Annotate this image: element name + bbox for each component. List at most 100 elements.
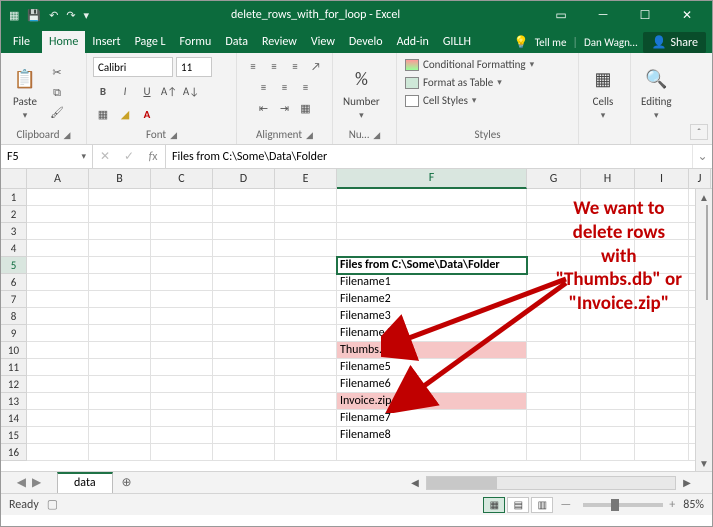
cell[interactable] [89, 223, 151, 240]
sheet-tab-data[interactable]: data [57, 472, 113, 493]
cell[interactable] [27, 257, 89, 274]
cell[interactable] [581, 427, 635, 444]
cell[interactable]: Filename1 [337, 274, 527, 291]
paste-button[interactable]: 📋 Paste ▾ [7, 65, 43, 121]
cell[interactable] [635, 393, 689, 410]
col-header-f[interactable]: F [337, 169, 527, 189]
cell[interactable] [527, 410, 581, 427]
select-all-corner[interactable] [1, 169, 27, 188]
cell[interactable] [27, 325, 89, 342]
namebox-dropdown-icon[interactable]: ▾ [81, 151, 86, 162]
cell[interactable] [275, 342, 337, 359]
col-header-j[interactable]: J [689, 169, 711, 188]
hscroll-thumb[interactable] [427, 477, 497, 489]
italic-button[interactable]: I [115, 82, 135, 100]
cell[interactable] [213, 274, 275, 291]
qat-more-icon[interactable]: ▾ [84, 9, 90, 22]
cell[interactable] [275, 359, 337, 376]
cell[interactable] [275, 427, 337, 444]
cell[interactable] [635, 206, 689, 223]
row-header[interactable]: 15 [1, 427, 27, 444]
ribbon-display-icon[interactable]: ▭ [542, 4, 580, 26]
number-format-button[interactable]: % Number ▾ [339, 65, 384, 121]
cell[interactable]: Filename4 [337, 325, 527, 342]
dialog-launcher-icon[interactable]: ◢ [373, 130, 380, 141]
cell[interactable] [89, 376, 151, 393]
cell[interactable] [275, 410, 337, 427]
cell[interactable] [635, 223, 689, 240]
align-top-icon[interactable]: ≡ [243, 57, 263, 75]
row-header[interactable]: 6 [1, 274, 27, 291]
vertical-scrollbar[interactable]: ▲ ▼ [695, 189, 712, 471]
font-color-icon[interactable]: A [137, 105, 157, 123]
cell[interactable] [151, 325, 213, 342]
hscroll-left-icon[interactable]: ◀ [408, 476, 422, 490]
row-header[interactable]: 11 [1, 359, 27, 376]
cell[interactable] [337, 206, 527, 223]
cell[interactable] [89, 291, 151, 308]
tell-me-icon[interactable]: 💡 [514, 35, 529, 50]
sheet-nav[interactable]: ◀▶ [1, 472, 57, 493]
cell[interactable] [581, 291, 635, 308]
row-header[interactable]: 8 [1, 308, 27, 325]
zoom-out-icon[interactable]: — [560, 498, 571, 512]
row-header[interactable]: 14 [1, 410, 27, 427]
cell[interactable] [89, 206, 151, 223]
cell[interactable] [151, 240, 213, 257]
cell[interactable] [89, 189, 151, 206]
undo-icon[interactable]: ↶ [49, 9, 58, 22]
cell[interactable] [213, 257, 275, 274]
cell[interactable] [275, 223, 337, 240]
border-icon[interactable]: ▦ [93, 105, 113, 123]
cell[interactable] [89, 308, 151, 325]
cell[interactable] [213, 376, 275, 393]
scroll-thumb[interactable] [706, 205, 708, 300]
cell[interactable] [581, 274, 635, 291]
copy-icon[interactable]: ⧉ [47, 84, 67, 102]
zoom-level[interactable]: 85% [683, 498, 704, 512]
cell[interactable] [27, 274, 89, 291]
row-header[interactable]: 13 [1, 393, 27, 410]
cell[interactable] [89, 257, 151, 274]
row-header[interactable]: 9 [1, 325, 27, 342]
maximize-button[interactable]: ☐ [626, 4, 664, 26]
cell[interactable] [527, 206, 581, 223]
cell[interactable] [151, 223, 213, 240]
cell[interactable] [89, 410, 151, 427]
cell[interactable] [213, 240, 275, 257]
cell[interactable]: Filename5 [337, 359, 527, 376]
cell[interactable] [527, 444, 581, 461]
cells-button[interactable]: ▦ Cells ▾ [585, 65, 621, 121]
share-button[interactable]: 👤 Share [643, 32, 706, 53]
cell[interactable] [151, 410, 213, 427]
zoom-in-icon[interactable]: + [669, 498, 675, 512]
cell[interactable] [27, 206, 89, 223]
close-button[interactable]: ✕ [668, 4, 706, 26]
cancel-formula-icon[interactable]: ✕ [93, 149, 117, 164]
cell[interactable] [635, 376, 689, 393]
increase-indent-icon[interactable]: ⇥ [275, 99, 295, 117]
row-header[interactable]: 4 [1, 240, 27, 257]
cell[interactable] [275, 325, 337, 342]
cell[interactable] [89, 325, 151, 342]
cell[interactable] [635, 274, 689, 291]
row-header[interactable]: 7 [1, 291, 27, 308]
dialog-launcher-icon[interactable]: ◢ [170, 130, 177, 141]
cell[interactable] [89, 393, 151, 410]
cell[interactable] [27, 376, 89, 393]
cell[interactable] [581, 257, 635, 274]
cell[interactable] [527, 359, 581, 376]
cell[interactable] [27, 410, 89, 427]
cell[interactable] [581, 359, 635, 376]
cell[interactable] [89, 274, 151, 291]
increase-font-icon[interactable]: A↑ [159, 82, 179, 100]
cell[interactable] [151, 291, 213, 308]
align-left-icon[interactable]: ≡ [254, 78, 274, 96]
cell[interactable] [27, 291, 89, 308]
page-layout-view-icon[interactable]: ▤ [507, 497, 529, 513]
cell[interactable]: Invoice.zip [337, 393, 527, 410]
col-header-i[interactable]: I [635, 169, 689, 188]
redo-icon[interactable]: ↷ [66, 9, 75, 22]
cell[interactable] [527, 274, 581, 291]
cell[interactable] [151, 342, 213, 359]
